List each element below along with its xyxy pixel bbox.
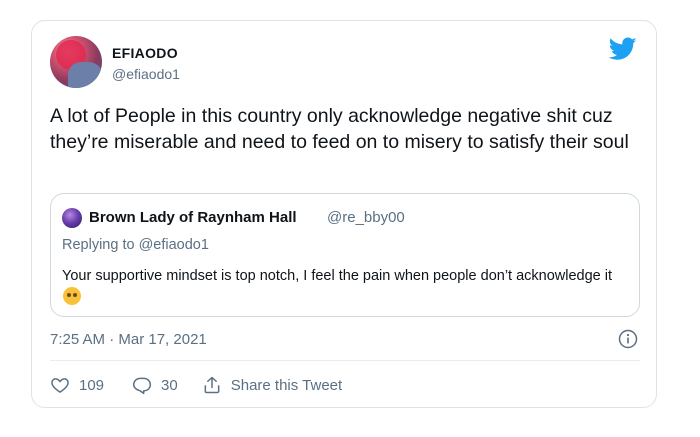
quoted-tweet-body: Your supportive mindset is top notch, I … [62, 268, 613, 284]
share-tweet-button[interactable]: Share this Tweet [202, 375, 342, 395]
tweet-timestamp[interactable]: 7:25 AM · Mar 17, 2021 [50, 331, 207, 348]
replying-to-prefix: Replying to [62, 237, 139, 253]
author-avatar[interactable] [50, 36, 102, 88]
quoted-author-handle[interactable]: @re_bby00 [327, 209, 405, 226]
face-emoji-icon [63, 287, 81, 305]
like-button[interactable]: 109 [50, 375, 104, 395]
reply-count: 30 [161, 376, 178, 394]
reply-button[interactable]: 30 [132, 375, 178, 395]
tweet-text: A lot of People in this country only ack… [50, 105, 629, 153]
tweet-actions: 109 30 Share this Tweet [50, 373, 342, 397]
like-count: 109 [79, 376, 105, 394]
quoted-tweet[interactable]: Brown Lady of Raynham Hall @re_bby00 Rep… [50, 193, 640, 317]
author-display-name[interactable]: EFIAODO [112, 45, 178, 61]
divider [50, 360, 640, 361]
avatar-body [68, 62, 102, 88]
info-icon[interactable] [618, 329, 638, 349]
reply-bubble-icon [132, 377, 152, 395]
share-label: Share this Tweet [230, 376, 343, 394]
share-upload-icon [204, 376, 220, 394]
author-handle[interactable]: @efiaodo1 [112, 66, 180, 82]
heart-icon [51, 378, 69, 393]
twitter-bird-icon[interactable] [609, 37, 637, 61]
tweet-card[interactable]: EFIAODO @efiaodo1 A lot of People in thi… [31, 20, 657, 408]
quoted-author-avatar[interactable] [62, 208, 82, 228]
quoted-tweet-text: Your supportive mindset is top notch, I … [62, 265, 630, 309]
quoted-author-display-name[interactable]: Brown Lady of Raynham Hall [89, 209, 297, 226]
replying-to-handle[interactable]: @efiaodo1 [139, 237, 209, 253]
replying-to-line: Replying to @efiaodo1 [62, 237, 209, 253]
